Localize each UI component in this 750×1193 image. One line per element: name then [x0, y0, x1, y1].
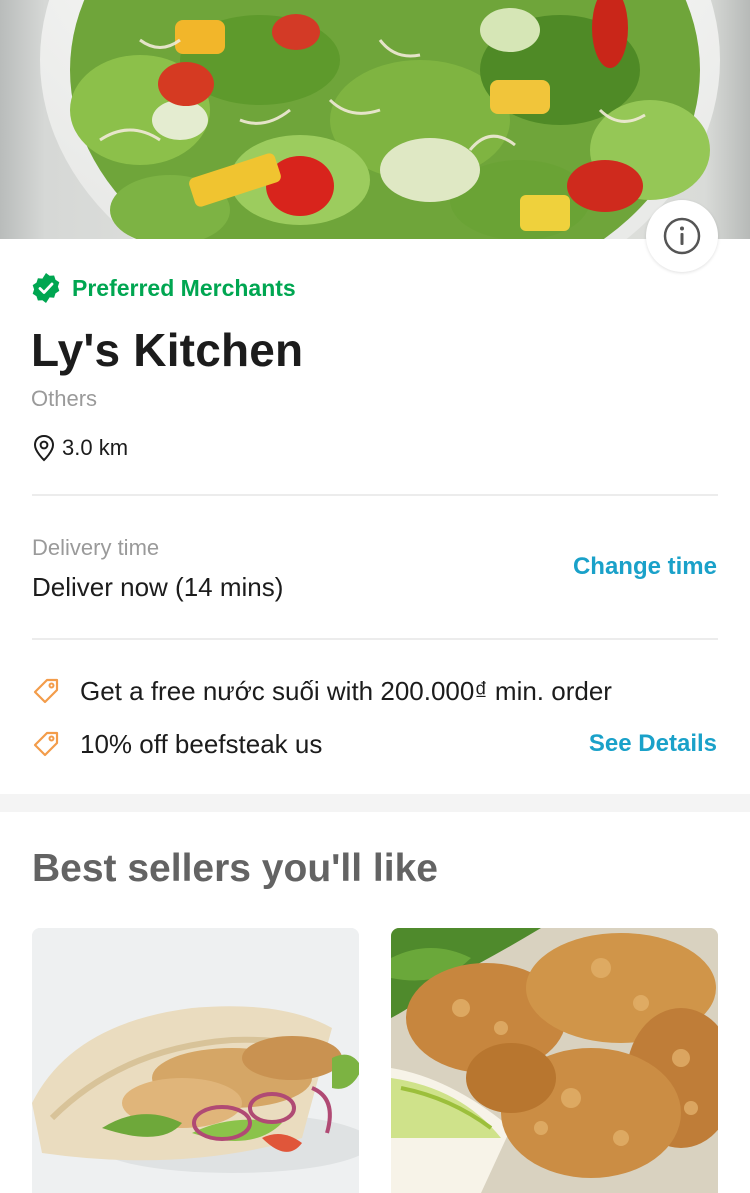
preferred-merchant-badge: Preferred Merchants — [30, 272, 296, 304]
location-pin-icon — [33, 434, 55, 462]
see-details-link[interactable]: See Details — [589, 730, 717, 758]
salad-photo — [40, 0, 720, 239]
change-time-link[interactable]: Change time — [573, 553, 717, 581]
distance-value: 3.0 km — [62, 435, 129, 460]
merchant-category: Others — [31, 386, 98, 411]
divider — [32, 638, 718, 640]
merchant-name: Ly's Kitchen — [31, 324, 304, 376]
promo-text: Get a free nước suối with 200.000₫ min. … — [80, 675, 612, 706]
merchant-distance: 3.0 km — [32, 433, 128, 463]
promo-item: Get a free nước suối with 200.000₫ min. … — [32, 674, 612, 708]
verified-check-icon — [32, 273, 60, 303]
info-button[interactable] — [646, 200, 718, 272]
hero-image — [0, 0, 750, 239]
delivery-time-value: Deliver now (14 mins) — [32, 572, 284, 602]
promo-text: 10% off beefsteak us — [80, 728, 323, 759]
best-seller-card[interactable] — [391, 928, 718, 1193]
tag-icon — [33, 731, 59, 757]
preferred-merchant-label: Preferred Merchants — [72, 274, 296, 301]
delivery-time-label: Delivery time — [32, 535, 160, 560]
best-sellers-title: Best sellers you'll like — [32, 847, 438, 890]
section-separator — [0, 794, 750, 812]
divider — [32, 494, 718, 496]
fried-chicken-photo — [391, 928, 718, 1193]
tag-icon — [33, 678, 59, 704]
info-icon — [663, 217, 701, 255]
promo-item: 10% off beefsteak us — [32, 727, 322, 761]
best-seller-card[interactable] — [32, 928, 359, 1193]
pita-wrap-photo — [32, 928, 359, 1193]
